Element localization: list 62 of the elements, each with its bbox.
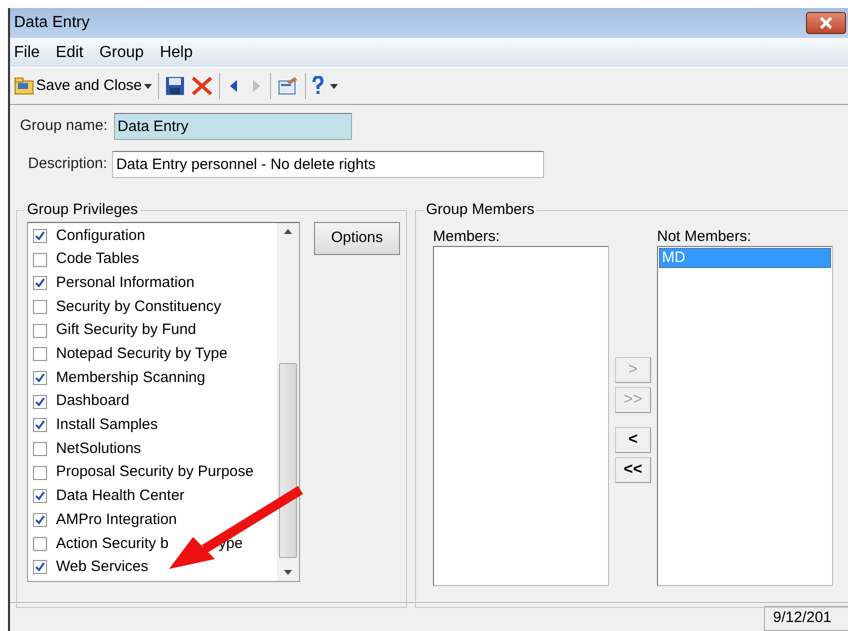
up-arrow-icon[interactable] bbox=[284, 229, 292, 234]
group-title: Group Members bbox=[424, 201, 536, 219]
checkbox[interactable] bbox=[33, 276, 47, 290]
down-arrow-icon[interactable] bbox=[284, 570, 292, 575]
help-button[interactable] bbox=[312, 76, 338, 96]
folder-icon bbox=[14, 77, 34, 95]
checkbox[interactable] bbox=[33, 466, 47, 480]
privilege-label: Proposal Security by Purpose bbox=[56, 462, 254, 482]
options-button[interactable]: Options bbox=[314, 222, 400, 255]
move-button[interactable]: << bbox=[615, 457, 651, 483]
group-title: Group Privileges bbox=[25, 201, 140, 219]
checkbox[interactable] bbox=[33, 300, 47, 314]
description-field[interactable]: Data Entry personnel - No delete rights bbox=[112, 150, 544, 178]
scrollbar[interactable] bbox=[277, 223, 299, 581]
caret-icon bbox=[144, 84, 152, 88]
status-date: 9/12/201 bbox=[764, 606, 848, 631]
checkbox[interactable] bbox=[33, 347, 47, 362]
close-button[interactable] bbox=[806, 12, 846, 34]
members-label: Members: bbox=[433, 227, 501, 246]
privilege-label: Dashboard bbox=[56, 391, 130, 412]
privilege-label: Install Samples bbox=[56, 415, 158, 436]
checkbox[interactable] bbox=[33, 228, 47, 243]
checkbox[interactable] bbox=[33, 252, 47, 267]
privilege-label: Security by Constituency bbox=[56, 296, 222, 317]
field-label: Group name: bbox=[20, 116, 108, 136]
question-mark-icon bbox=[312, 76, 324, 96]
privilege-label: Membership Scanning bbox=[56, 368, 206, 388]
privilege-label: Web Services bbox=[56, 557, 148, 578]
menu-item[interactable]: File bbox=[14, 40, 40, 64]
save-icon[interactable] bbox=[164, 76, 185, 96]
not-members-label: Not Members: bbox=[657, 227, 752, 246]
checkbox[interactable] bbox=[33, 418, 47, 432]
group-name-field[interactable]: Data Entry bbox=[114, 112, 352, 140]
privilege-label: Personal Information bbox=[56, 272, 194, 293]
delete-icon[interactable] bbox=[190, 76, 213, 96]
privilege-label: Gift Security by Fund bbox=[56, 320, 196, 340]
privilege-label: Data Health Center bbox=[56, 486, 184, 506]
menu-item[interactable]: Edit bbox=[56, 40, 84, 64]
privilege-label: NetSolutions bbox=[56, 438, 142, 459]
save-and-close-button[interactable]: Save and Close bbox=[14, 74, 152, 98]
move-button[interactable]: < bbox=[615, 427, 651, 453]
scrollbar-thumb[interactable] bbox=[279, 362, 297, 558]
checkbox[interactable] bbox=[33, 370, 47, 385]
checkbox[interactable] bbox=[33, 324, 47, 338]
menu-item[interactable]: Help bbox=[160, 40, 193, 64]
privilege-label: Configuration bbox=[56, 226, 146, 246]
privilege-label: Code Tables bbox=[56, 249, 140, 270]
checkbox[interactable] bbox=[33, 513, 47, 528]
checkbox[interactable] bbox=[33, 536, 47, 551]
checkbox[interactable] bbox=[33, 394, 47, 409]
checkbox[interactable] bbox=[33, 442, 47, 456]
caret-icon bbox=[330, 84, 338, 88]
field-label: Description: bbox=[28, 154, 108, 174]
close-icon bbox=[819, 17, 833, 29]
window-title: Data Entry bbox=[14, 13, 90, 33]
privilege-label: Action Security b bbox=[56, 534, 169, 554]
properties-icon[interactable] bbox=[276, 76, 299, 96]
privilege-label: Notepad Security by Type bbox=[56, 344, 228, 364]
menu-item[interactable]: Group bbox=[99, 40, 144, 64]
checkbox[interactable] bbox=[33, 560, 47, 574]
checkbox[interactable] bbox=[33, 489, 47, 504]
privilege-label: AMPro Integration bbox=[56, 510, 177, 530]
